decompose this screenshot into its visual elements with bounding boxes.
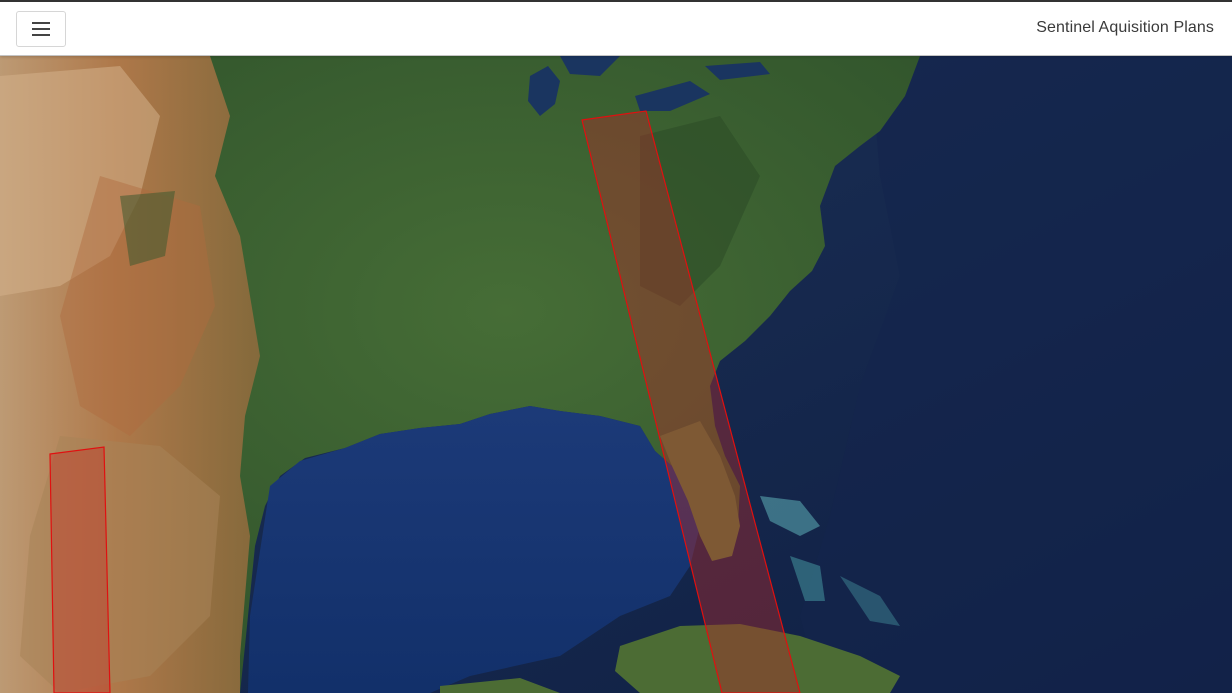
top-navbar: Sentinel Aquisition Plans: [0, 0, 1232, 56]
acquisition-footprint-west[interactable]: [49, 446, 111, 693]
app-title: Sentinel Aquisition Plans: [1036, 19, 1214, 36]
app-root: Sentinel Aquisition Plans: [0, 0, 1232, 693]
map-view[interactable]: [0, 56, 1232, 693]
map-canvas[interactable]: [0, 56, 1232, 693]
menu-toggle-button[interactable]: [16, 11, 66, 47]
hamburger-menu-icon: [32, 22, 50, 36]
